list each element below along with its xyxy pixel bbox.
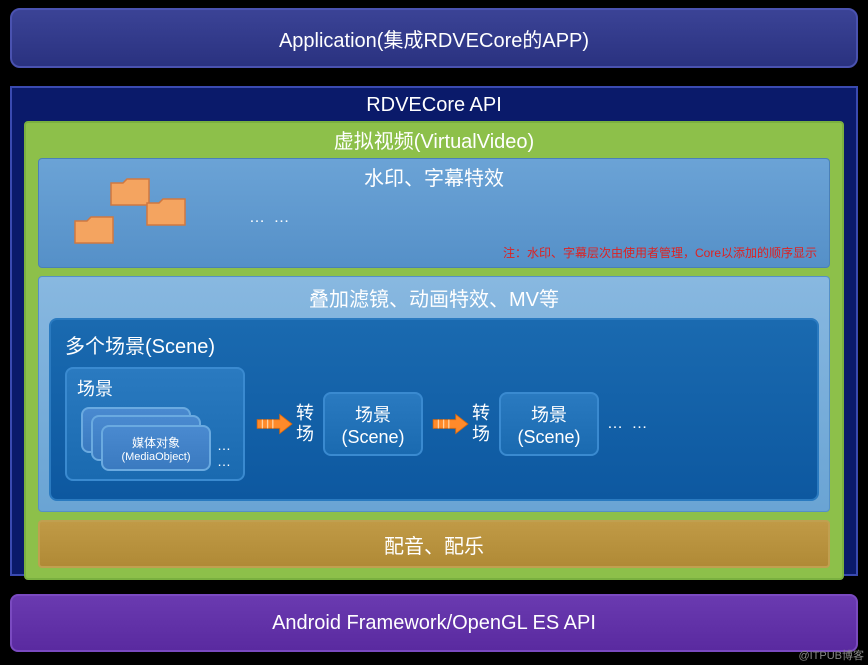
scene-detail-box: 场景 媒体对象 媒体对象 媒体对象 xyxy=(65,367,245,481)
watermark-note: 注：水印、字幕层次由使用者管理，Core以添加的顺序显示 xyxy=(503,244,817,261)
media-object-card: 媒体对象 (MediaObject) xyxy=(101,425,211,471)
folder-icon xyxy=(73,215,115,247)
transition-block: 转场 xyxy=(431,403,491,444)
scene-label: 场景 xyxy=(531,401,567,427)
ellipsis-text: … … xyxy=(217,437,233,469)
ellipsis-text: … … xyxy=(607,415,649,433)
application-title: Application(集成RDVECore的APP) xyxy=(279,24,589,53)
platform-title: Android Framework/OpenGL ES API xyxy=(272,612,596,635)
transition-label: 转场 xyxy=(295,403,315,444)
media-sublabel: (MediaObject) xyxy=(103,451,209,463)
virtual-video-title: 虚拟视频(VirtualVideo) xyxy=(26,123,842,158)
scene-label: 场景 xyxy=(355,401,391,427)
virtual-video-container: 虚拟视频(VirtualVideo) 水印、字幕特效 … … 注：水印、字幕层次… xyxy=(24,121,844,580)
application-layer: Application(集成RDVECore的APP) xyxy=(10,8,858,68)
ellipsis-text: … … xyxy=(249,209,291,227)
transition-block: 转场 xyxy=(255,403,315,444)
transition-label: 转场 xyxy=(471,403,491,444)
dubbing-box: 配音、配乐 xyxy=(38,520,830,568)
watermark-title: 水印、字幕特效 xyxy=(39,159,829,194)
effects-title: 叠加滤镜、动画特效、MV等 xyxy=(49,281,819,318)
api-title: RDVECore API xyxy=(12,88,856,121)
dubbing-title: 配音、配乐 xyxy=(384,530,484,559)
scene-box: 场景(Scene) xyxy=(499,392,599,456)
platform-layer: Android Framework/OpenGL ES API xyxy=(10,594,858,652)
watermark-subtitle-box: 水印、字幕特效 … … 注：水印、字幕层次由使用者管理，Core以添加的顺序显示 xyxy=(38,158,830,268)
scene-sublabel: (Scene) xyxy=(341,427,404,448)
watermark-tag: @ITPUB博客 xyxy=(798,647,864,663)
media-object-stack: 媒体对象 媒体对象 媒体对象 (MediaObject) xyxy=(81,407,211,467)
scenes-title: 多个场景(Scene) xyxy=(65,328,803,367)
scene-detail-title: 场景 xyxy=(77,375,233,407)
media-label: 媒体对象 xyxy=(103,434,209,451)
scenes-container: 多个场景(Scene) 场景 媒体对象 媒体对象 xyxy=(49,318,819,501)
scene-box: 场景(Scene) xyxy=(323,392,423,456)
scene-sublabel: (Scene) xyxy=(517,427,580,448)
scene-flow: 转场场景(Scene)转场场景(Scene)… … xyxy=(255,392,649,456)
scene-row: 场景 媒体对象 媒体对象 媒体对象 xyxy=(65,367,803,481)
rdvecore-api-layer: RDVECore API 虚拟视频(VirtualVideo) 水印、字幕特效 … xyxy=(10,86,858,576)
folder-icon xyxy=(145,197,187,229)
effects-box: 叠加滤镜、动画特效、MV等 多个场景(Scene) 场景 媒体对象 媒 xyxy=(38,276,830,512)
